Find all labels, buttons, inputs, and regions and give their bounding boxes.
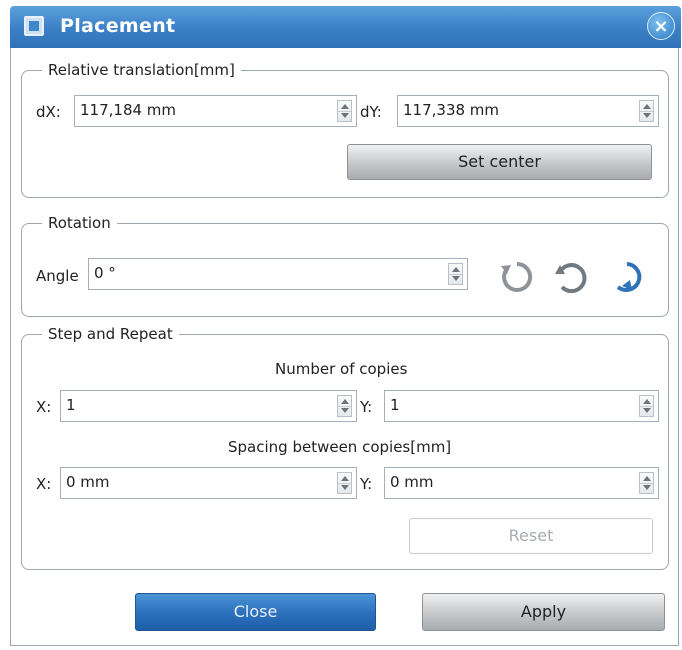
relative-translation-legend: Relative translation[mm] — [42, 60, 241, 80]
spacing-y-spinner[interactable] — [639, 472, 654, 494]
rotate-reverse-icon[interactable] — [554, 260, 588, 294]
title-bar: Placement × — [10, 6, 681, 48]
spacing-y-input[interactable]: 0 mm — [384, 467, 659, 499]
apply-button[interactable]: Apply — [422, 593, 665, 631]
dy-input[interactable]: 117,338 mm — [397, 95, 659, 127]
spacing-y-value: 0 mm — [390, 473, 434, 491]
close-button[interactable]: Close — [135, 593, 376, 631]
spacing-heading: Spacing between copies[mm] — [228, 438, 452, 456]
dy-spinner[interactable] — [639, 100, 654, 122]
dx-value: 117,184 mm — [80, 101, 177, 119]
angle-spinner[interactable] — [448, 263, 463, 285]
copies-x-label: X: — [36, 398, 52, 416]
angle-value: 0 ° — [94, 264, 116, 282]
step-repeat-legend: Step and Repeat — [42, 324, 179, 344]
dy-label: dY: — [360, 103, 382, 121]
angle-label: Angle — [36, 267, 79, 285]
rotate-ccw-icon[interactable] — [500, 260, 534, 294]
copies-x-spinner[interactable] — [337, 395, 352, 417]
set-center-button[interactable]: Set center — [347, 144, 652, 180]
app-icon — [24, 16, 44, 36]
dx-label: dX: — [36, 103, 61, 121]
step-repeat-group: Step and Repeat Number of copies X: 1 Y:… — [21, 324, 669, 570]
copies-x-value: 1 — [66, 396, 76, 414]
spacing-x-value: 0 mm — [66, 473, 110, 491]
spacing-y-label: Y: — [360, 475, 373, 493]
copies-y-input[interactable]: 1 — [384, 390, 659, 422]
dy-value: 117,338 mm — [403, 101, 500, 119]
relative-translation-group: Relative translation[mm] dX: 117,184 mm … — [21, 60, 669, 198]
copies-x-input[interactable]: 1 — [60, 390, 357, 422]
dx-spinner[interactable] — [337, 100, 352, 122]
copies-y-spinner[interactable] — [639, 395, 654, 417]
rotation-legend: Rotation — [42, 213, 117, 233]
rotate-cw-icon[interactable] — [610, 260, 644, 294]
reset-button[interactable]: Reset — [409, 518, 653, 554]
copies-y-label: Y: — [360, 398, 373, 416]
window-title: Placement — [60, 15, 176, 37]
dialog-body: Relative translation[mm] dX: 117,184 mm … — [10, 48, 679, 646]
copies-y-value: 1 — [390, 396, 400, 414]
copies-heading: Number of copies — [275, 360, 408, 378]
dx-input[interactable]: 117,184 mm — [74, 95, 357, 127]
spacing-x-spinner[interactable] — [337, 472, 352, 494]
spacing-x-input[interactable]: 0 mm — [60, 467, 357, 499]
rotation-group: Rotation Angle 0 ° — [21, 213, 669, 317]
spacing-x-label: X: — [36, 475, 52, 493]
angle-input[interactable]: 0 ° — [88, 258, 468, 290]
close-window-icon[interactable]: × — [647, 12, 675, 40]
